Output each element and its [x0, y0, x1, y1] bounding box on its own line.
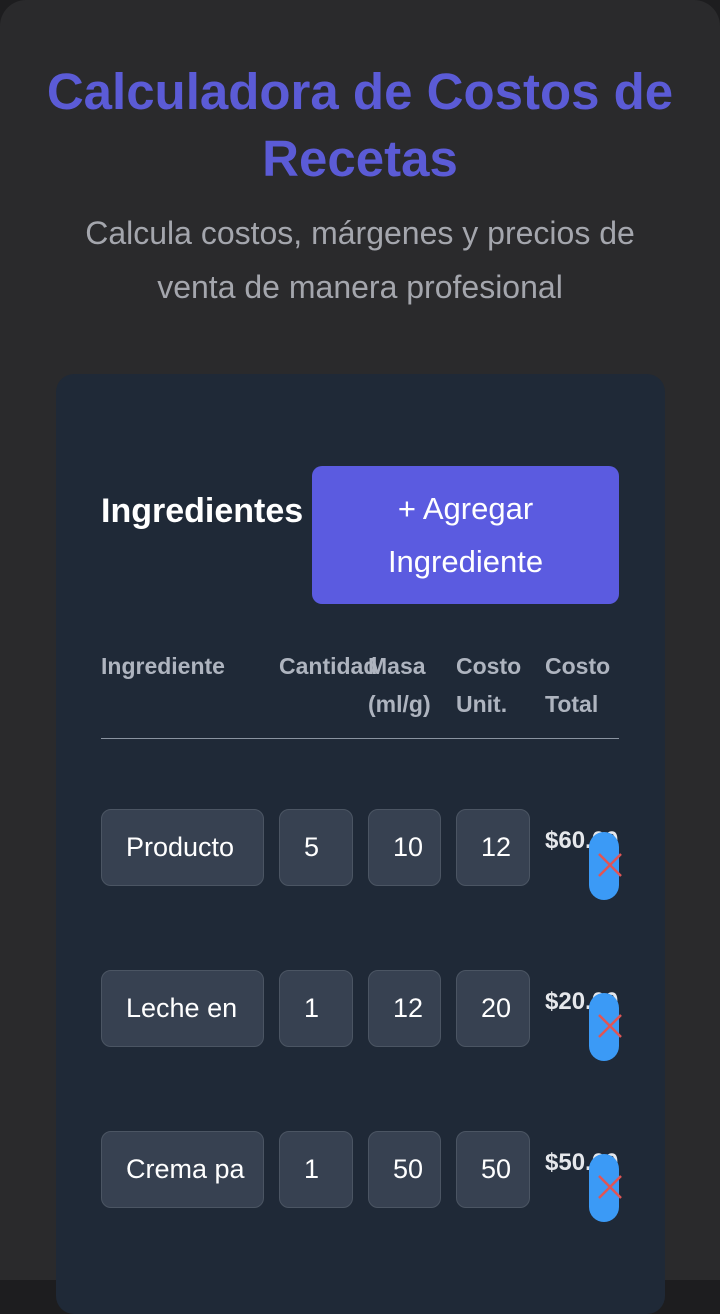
column-header-mass: Masa (ml/g) — [368, 653, 431, 717]
unit-cost-input[interactable]: 12 — [456, 809, 530, 886]
quantity-input[interactable]: 5 — [279, 809, 353, 886]
ingredient-name-input[interactable]: Leche en — [101, 970, 264, 1047]
page: Calculadora de Costos de Recetas Calcula… — [0, 0, 720, 1314]
section-title-ingredients: Ingredientes — [101, 492, 304, 530]
close-icon — [598, 1175, 622, 1199]
close-icon — [598, 1014, 622, 1038]
delete-row-button[interactable] — [589, 832, 622, 900]
page-subtitle: Calcula costos, márgenes y precios de ve… — [85, 215, 635, 305]
ingredient-name-input[interactable]: Crema pa — [101, 1131, 264, 1208]
delete-row-button[interactable] — [589, 993, 622, 1061]
page-title: Calculadora de Costos de Recetas — [46, 63, 674, 187]
column-header-total-cost: Costo Total — [545, 653, 611, 717]
mass-input[interactable]: 12 — [368, 970, 441, 1047]
unit-cost-input[interactable]: 20 — [456, 970, 530, 1047]
ingredient-name-input[interactable]: Producto — [101, 809, 264, 886]
quantity-input[interactable]: 1 — [279, 970, 353, 1047]
table-header-divider — [101, 738, 619, 739]
close-icon — [598, 853, 622, 877]
delete-row-button[interactable] — [589, 1154, 622, 1222]
column-header-ingredient: Ingrediente — [101, 653, 225, 679]
column-header-unit-cost: Costo Unit. — [456, 653, 522, 717]
mass-input[interactable]: 10 — [368, 809, 441, 886]
add-ingredient-button[interactable]: + Agregar Ingrediente — [312, 466, 619, 604]
unit-cost-input[interactable]: 50 — [456, 1131, 530, 1208]
quantity-input[interactable]: 1 — [279, 1131, 353, 1208]
mass-input[interactable]: 50 — [368, 1131, 441, 1208]
